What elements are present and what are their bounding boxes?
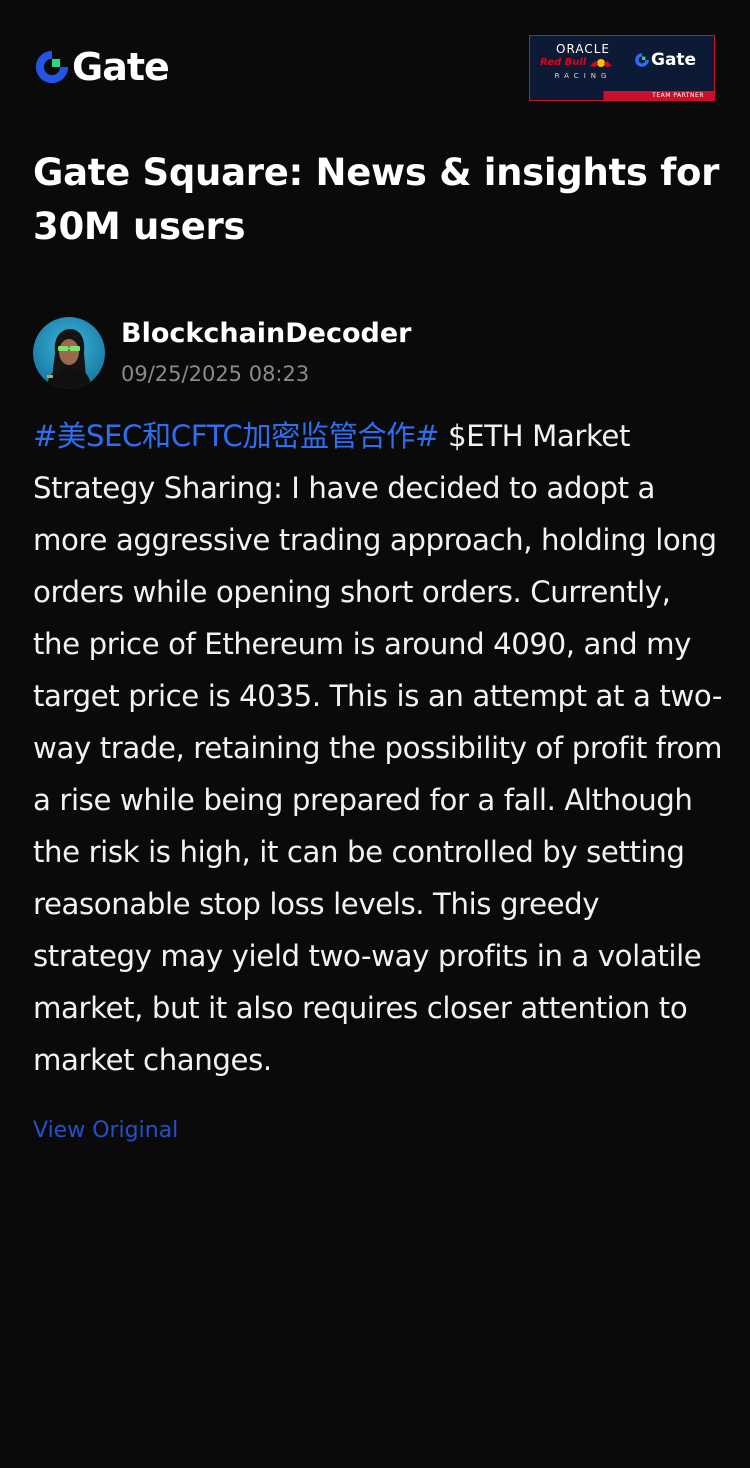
logo-text: Gate [72,45,170,89]
red-bull-wordmark: Red Bull [540,57,587,68]
team-partner-label: TEAM PARTNER [652,92,704,99]
post-timestamp: 09/25/2025 08:23 [121,362,310,386]
hashtag-link[interactable]: #美SEC和CFTC加密监管合作# [33,419,440,453]
avatar[interactable] [33,317,105,389]
bull-icon [590,59,613,67]
header: Gate ORACLE Red Bull RACING Gate TEAM PA… [0,0,750,130]
author-name[interactable]: BlockchainDecoder [121,317,412,351]
red-bull-racing-logo: ORACLE Red Bull RACING [538,42,628,88]
gate-logo-icon [35,50,69,84]
gate-logo[interactable]: Gate [33,44,170,90]
cashtag-link[interactable]: $ETH [448,419,524,453]
gate-logo-small-icon [635,53,649,67]
post-body-text: Market Strategy Sharing: I have decided … [33,419,723,1077]
oracle-wordmark: ORACLE [556,42,610,56]
partner-gate-text: Gate [651,50,697,70]
avatar-portrait-icon [47,329,91,389]
team-partner-badge: ORACLE Red Bull RACING Gate TEAM PARTNER [529,35,715,101]
partner-gate-logo: Gate [634,50,696,70]
racing-wordmark: RACING [554,72,612,80]
view-original-link[interactable]: View Original [33,1114,178,1148]
post-body: #美SEC和CFTC加密监管合作# $ETH Market Strategy S… [33,410,723,1086]
page-title: Gate Square: News & insights for 30M use… [33,151,720,248]
post-author: BlockchainDecoder 09/25/2025 08:23 [33,317,723,389]
partner-strip: TEAM PARTNER [530,91,714,100]
